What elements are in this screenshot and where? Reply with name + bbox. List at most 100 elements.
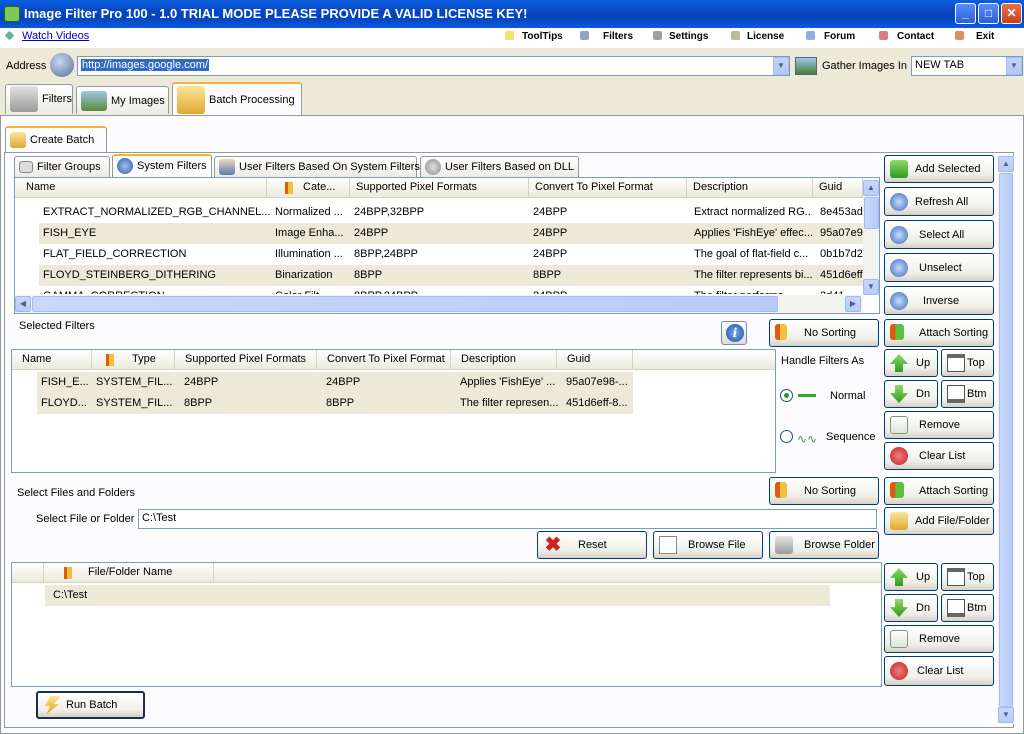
col-category[interactable]: Cate... [267, 178, 350, 198]
close-button[interactable]: ✕ [1001, 3, 1022, 24]
sel-col-type-label: Type [132, 353, 156, 365]
tab-user-filters-dll[interactable]: User Filters Based on DLL [420, 156, 579, 177]
clear-list-button[interactable]: Clear List [884, 442, 994, 470]
scroll-thumb[interactable] [864, 197, 879, 229]
sel-col-convert[interactable]: Convert To Pixel Format [317, 350, 451, 370]
run-batch-label: Run Batch [66, 699, 118, 711]
col-description[interactable]: Description [687, 178, 813, 198]
table-row[interactable]: FLAT_FIELD_CORRECTION Illumination ... 8… [39, 244, 863, 265]
maximize-button[interactable]: □ [978, 3, 999, 24]
tab-filters[interactable]: Filters [5, 84, 73, 114]
info-button[interactable]: i [721, 321, 747, 345]
files-btm-button[interactable]: Btm [941, 594, 994, 622]
files-up-button[interactable]: Up [884, 563, 938, 591]
col-supported-formats[interactable]: Supported Pixel Formats [350, 178, 529, 198]
unselect-button[interactable]: Unselect [884, 253, 994, 282]
menu-settings[interactable]: Settings [669, 31, 708, 42]
files-attach-sorting-button[interactable]: Attach Sorting [884, 477, 994, 505]
files-remove-button[interactable]: Remove [884, 625, 994, 653]
remove-button[interactable]: Remove [884, 411, 994, 439]
panel-vscroll[interactable]: ▲ ▼ [998, 156, 1014, 724]
browse-file-button[interactable]: Browse File [653, 531, 763, 559]
scroll-down-arrow-icon[interactable]: ▼ [863, 279, 879, 295]
tab-my-images[interactable]: My Images [76, 86, 169, 114]
table-row[interactable]: FISH_E... SYSTEM_FIL... 24BPP 24BPP Appl… [37, 372, 633, 393]
menu-contact[interactable]: Contact [897, 31, 934, 42]
menu-forum[interactable]: Forum [824, 31, 855, 42]
gather-dropdown-button[interactable]: ▼ [1006, 57, 1022, 75]
add-selected-button[interactable]: Add Selected [884, 155, 994, 183]
files-col-name[interactable]: File/Folder Name [44, 563, 214, 583]
filters-icon [580, 31, 589, 40]
hscroll-thumb[interactable] [32, 296, 778, 312]
btm-button[interactable]: Btm [941, 380, 994, 408]
browse-folder-button[interactable]: Browse Folder [769, 531, 879, 559]
add-file-folder-button[interactable]: Add File/Folder [884, 507, 994, 535]
cell-name: FLOYD_STEINBERG_DITHERING [43, 269, 216, 281]
tab-user-filters-system[interactable]: User Filters Based On System Filters [214, 156, 420, 177]
up-button[interactable]: Up [884, 349, 938, 377]
run-batch-button[interactable]: Run Batch [36, 691, 145, 719]
files-dn-button[interactable]: Dn [884, 594, 938, 622]
scroll-up-arrow-icon[interactable]: ▲ [863, 180, 879, 196]
bottom-icon [947, 385, 965, 403]
files-no-sorting-button[interactable]: No Sorting [769, 477, 879, 505]
tab-filter-groups-label: Filter Groups [37, 161, 101, 173]
menu-tooltips[interactable]: ToolTips [522, 31, 563, 42]
scroll-left-arrow-icon[interactable]: ◀ [15, 296, 31, 312]
col-convert-format[interactable]: Convert To Pixel Format [529, 178, 687, 198]
radio-normal[interactable] [780, 389, 793, 402]
tab-system-filters-label: System Filters [137, 160, 207, 172]
dn-button[interactable]: Dn [884, 380, 938, 408]
tab-system-filters[interactable]: System Filters [112, 154, 212, 177]
col-guid[interactable]: Guid [813, 178, 863, 198]
inverse-button[interactable]: Inverse [884, 286, 994, 315]
select-all-button[interactable]: Select All [884, 220, 994, 249]
files-clear-list-button[interactable]: Clear List [884, 656, 994, 686]
menu-exit[interactable]: Exit [976, 31, 994, 42]
panel-scroll-down-icon[interactable]: ▼ [998, 707, 1014, 723]
panel-scroll-thumb[interactable] [999, 173, 1013, 707]
radio-sequence[interactable] [780, 430, 793, 443]
file-folder-path-input[interactable]: C:\Test [138, 509, 877, 529]
tab-create-batch-label: Create Batch [30, 134, 95, 146]
menu-license[interactable]: License [747, 31, 784, 42]
sel-col-name[interactable]: Name [12, 350, 92, 370]
top-button[interactable]: Top [941, 349, 994, 377]
list-item[interactable]: C:\Test [45, 585, 830, 606]
panel-scroll-up-icon[interactable]: ▲ [998, 156, 1014, 172]
table-row[interactable]: FLOYD_STEINBERG_DITHERING Binarization 8… [39, 265, 863, 286]
address-input[interactable]: http://images.google.com/ [77, 56, 790, 76]
address-value: http://images.google.com/ [81, 59, 209, 71]
system-grid-vscroll[interactable]: ▲ ▼ [863, 180, 879, 295]
sort-icon [285, 182, 293, 194]
address-dropdown-button[interactable]: ▼ [773, 57, 789, 75]
sel-col-type[interactable]: Type [92, 350, 175, 370]
minimize-button[interactable]: _ [955, 3, 976, 24]
menu-filters[interactable]: Filters [603, 31, 633, 42]
files-top-button[interactable]: Top [941, 563, 994, 591]
table-row[interactable]: FLOYD... SYSTEM_FIL... 8BPP 8BPP The fil… [37, 393, 633, 414]
cell-supported: 24BPP [354, 227, 389, 239]
table-row[interactable]: GAMMA_CORRECTION Color Filt... 8BPP,24BP… [39, 286, 863, 294]
selected-no-sorting-button[interactable]: No Sorting [769, 319, 879, 347]
radio-normal-dot [784, 393, 789, 398]
sel-col-description[interactable]: Description [451, 350, 557, 370]
sel-col-supported[interactable]: Supported Pixel Formats [175, 350, 317, 370]
tab-filter-groups[interactable]: Filter Groups [14, 156, 110, 177]
watch-videos-link[interactable]: Watch Videos [22, 30, 89, 42]
table-row[interactable]: EXTRACT_NORMALIZED_RGB_CHANNEL... Normal… [15, 202, 863, 223]
cell-convert: 8BPP [326, 397, 355, 409]
attach-sorting-button[interactable]: Attach Sorting [884, 319, 994, 347]
sel-col-guid[interactable]: Guid [557, 350, 633, 370]
tab-batch-processing[interactable]: Batch Processing [172, 82, 302, 116]
scroll-right-arrow-icon[interactable]: ▶ [845, 296, 861, 312]
tab-create-batch[interactable]: Create Batch [5, 126, 107, 153]
table-row[interactable]: FISH_EYE Image Enha... 24BPP 24BPP Appli… [39, 223, 863, 244]
refresh-all-button[interactable]: Refresh All [884, 187, 994, 216]
reset-button[interactable]: ✖ Reset [537, 531, 647, 559]
system-grid-hscroll[interactable]: ◀ ▶ [15, 295, 863, 313]
video-icon [4, 30, 15, 41]
contact-icon [879, 31, 888, 40]
col-name[interactable]: Name [15, 178, 267, 198]
